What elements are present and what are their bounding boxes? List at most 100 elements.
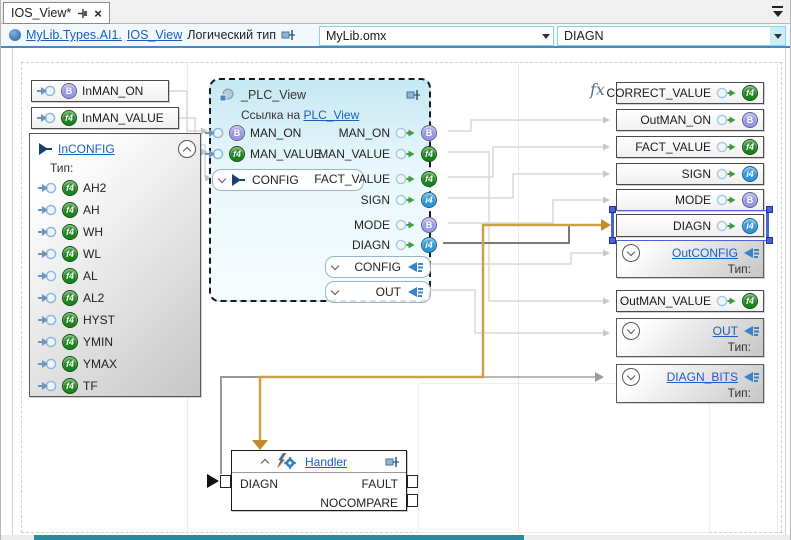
input-connector[interactable] bbox=[220, 475, 231, 488]
config-item-ymin[interactable]: f4YMIN bbox=[38, 332, 196, 352]
type-badge-f4: f4 bbox=[62, 268, 78, 284]
output-block-outman_on[interactable]: OutMAN_ONB bbox=[616, 109, 764, 131]
chevron-down-icon[interactable] bbox=[770, 27, 785, 45]
close-icon[interactable]: × bbox=[94, 7, 102, 20]
tab-list-menu-icon[interactable] bbox=[771, 6, 784, 18]
config-item-label: WL bbox=[83, 247, 101, 261]
handler-link[interactable]: Handler bbox=[305, 455, 347, 469]
input-pin-icon bbox=[38, 181, 57, 195]
tab-bar: IOS_View* × bbox=[1, 0, 790, 24]
selection-handle[interactable] bbox=[609, 237, 616, 244]
plc-output-man_on[interactable]: MAN_ONB bbox=[339, 123, 437, 143]
breadcrumb-current-link[interactable]: IOS_View bbox=[127, 28, 182, 42]
plc-output-mode[interactable]: MODEB bbox=[354, 215, 437, 235]
config-item-label: AL2 bbox=[83, 291, 104, 305]
pin-icon[interactable] bbox=[281, 29, 296, 41]
funnel-right-icon bbox=[38, 143, 53, 155]
signal-combobox[interactable]: DIAGN bbox=[557, 26, 786, 46]
output-pin-icon bbox=[716, 113, 737, 127]
diagram-canvas[interactable]: BInMAN_ONf4InMAN_VALUEInCONFIGТип:f4AH2f… bbox=[1, 48, 791, 535]
type-badge-i4: i4 bbox=[421, 192, 437, 208]
config-item-tf[interactable]: f4TF bbox=[38, 376, 196, 396]
config-item-wh[interactable]: f4WH bbox=[38, 222, 196, 242]
chevron-down-icon bbox=[627, 247, 635, 255]
group-link[interactable]: DIAGN_BITS bbox=[667, 370, 738, 384]
inconfig-link[interactable]: InCONFIG bbox=[58, 142, 115, 156]
horizontal-scrollbar[interactable] bbox=[1, 535, 790, 540]
pin-label: MODE bbox=[354, 218, 390, 232]
tab-title: IOS_View* bbox=[11, 6, 71, 20]
config-item-al[interactable]: f4AL bbox=[38, 266, 196, 286]
selection-handle[interactable] bbox=[609, 206, 616, 213]
output-block-sign[interactable]: SIGNi4 bbox=[616, 163, 764, 185]
config-item-label: HYST bbox=[83, 313, 115, 327]
type-badge-f4: f4 bbox=[62, 312, 78, 328]
plc-output-diagn[interactable]: DIAGNi4 bbox=[352, 235, 437, 255]
plc-input-man_on[interactable]: BMAN_ON bbox=[205, 123, 301, 143]
funnel-left-icon bbox=[743, 325, 760, 337]
type-badge-f4: f4 bbox=[62, 180, 78, 196]
chevron-down-icon[interactable] bbox=[538, 27, 553, 45]
plc-output-sign[interactable]: SIGN i4 bbox=[361, 190, 437, 210]
library-combobox[interactable]: MyLib.omx bbox=[319, 26, 554, 46]
output-connector[interactable] bbox=[407, 475, 418, 488]
config-item-label: YMAX bbox=[83, 357, 117, 371]
scrollbar-thumb[interactable] bbox=[34, 535, 524, 540]
output-group-diagn_bits[interactable]: DIAGN_BITSТип: bbox=[616, 364, 764, 403]
output-block-outman_value[interactable]: OutMAN_VALUEf4 bbox=[616, 290, 764, 312]
gear-bolt-icon bbox=[276, 453, 297, 470]
config-item-ah[interactable]: f4AH bbox=[38, 200, 196, 220]
group-link[interactable]: OUT bbox=[713, 324, 738, 338]
input-pin-icon bbox=[38, 357, 57, 371]
plc-output-group-config[interactable]: CONFIG bbox=[325, 256, 431, 278]
breadcrumb-parent-link[interactable]: MyLib.Types.AI1. bbox=[26, 28, 122, 42]
config-item-wl[interactable]: f4WL bbox=[38, 244, 196, 264]
plc-output-man_value[interactable]: MAN_VALUEf4 bbox=[318, 144, 437, 164]
config-item-ah2[interactable]: f4 AH2 bbox=[38, 178, 196, 198]
expand-button[interactable] bbox=[622, 244, 640, 262]
pin-label: FACT_VALUE bbox=[314, 172, 390, 186]
tab-ios-view[interactable]: IOS_View* × bbox=[3, 2, 110, 24]
input-pin-icon bbox=[205, 147, 224, 161]
output-group-out[interactable]: OUT Тип: bbox=[616, 318, 764, 357]
output-pin-icon bbox=[716, 294, 737, 308]
plc-output-group-out[interactable]: OUT bbox=[325, 281, 431, 303]
output-group-outconfig[interactable]: OutCONFIGТип: bbox=[616, 240, 764, 278]
expand-button[interactable] bbox=[622, 322, 640, 340]
output-connector[interactable] bbox=[407, 494, 418, 507]
selection-handle[interactable] bbox=[766, 206, 773, 213]
plc-input-man_value[interactable]: f4MAN_VALUE bbox=[205, 144, 322, 164]
inconfig-block[interactable]: InCONFIGТип:f4AH2f4AHf4WHf4WLf4ALf4AL2f4… bbox=[29, 133, 201, 397]
pin-label: SIGN bbox=[361, 193, 390, 207]
block-label: InMAN_VALUE bbox=[82, 111, 164, 125]
config-item-label: AH2 bbox=[83, 181, 106, 195]
selection-handle[interactable] bbox=[766, 237, 773, 244]
output-block-correct_value[interactable]: CORRECT_VALUEf4 bbox=[616, 82, 764, 104]
selection-outline[interactable] bbox=[611, 210, 769, 241]
handler-header: Handler bbox=[232, 451, 406, 473]
config-item-al2[interactable]: f4AL2 bbox=[38, 288, 196, 308]
plc-view-block[interactable]: _PLC_ViewСсылка на PLC_ViewBMAN_ONf4MAN_… bbox=[209, 78, 431, 302]
input-pin-icon bbox=[38, 225, 57, 239]
input-block-inman_value[interactable]: f4InMAN_VALUE bbox=[31, 107, 179, 129]
input-pin-icon bbox=[38, 247, 57, 261]
output-block-fact_value[interactable]: FACT_VALUEf4 bbox=[616, 136, 764, 158]
type-caption: Тип: bbox=[728, 340, 751, 354]
plc-view-reference: Ссылка на PLC_View bbox=[241, 108, 359, 122]
plc-output-fact_value[interactable]: FACT_VALUEf4 bbox=[314, 169, 437, 189]
collapse-button[interactable] bbox=[178, 140, 196, 158]
output-block-mode[interactable]: MODEB bbox=[616, 189, 764, 211]
pin-label: CONFIG bbox=[354, 260, 401, 274]
plc-view-link[interactable]: PLC_View bbox=[303, 108, 359, 122]
config-item-ymax[interactable]: f4YMAX bbox=[38, 354, 196, 374]
input-block-inman_on[interactable]: BInMAN_ON bbox=[31, 80, 169, 102]
expand-button[interactable] bbox=[622, 368, 640, 386]
config-item-hyst[interactable]: f4 HYST bbox=[38, 310, 196, 330]
group-link[interactable]: OutCONFIG bbox=[672, 246, 738, 260]
chevron-down-icon bbox=[218, 174, 226, 182]
pin-label: OUT bbox=[376, 285, 401, 299]
handler-block[interactable]: HandlerDIAGNFAULTNOCOMPARE bbox=[231, 450, 407, 511]
status-dot-icon bbox=[9, 29, 21, 41]
pin-icon[interactable] bbox=[77, 8, 88, 19]
pin-label: MAN_VALUE bbox=[318, 147, 390, 161]
